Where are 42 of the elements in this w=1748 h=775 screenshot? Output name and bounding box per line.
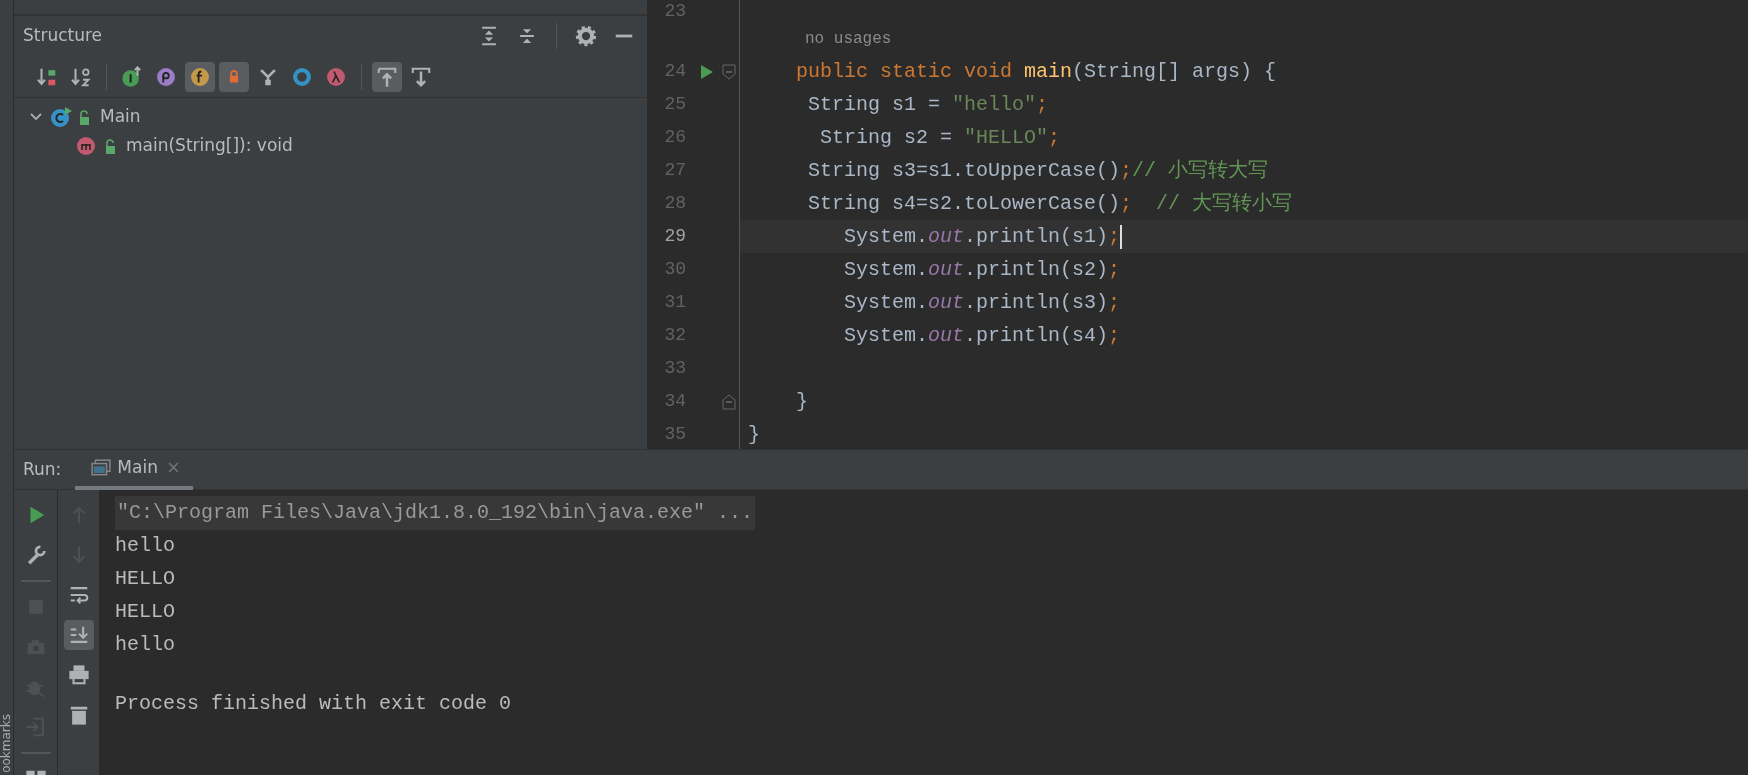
fold-start-icon[interactable] <box>722 63 736 80</box>
line-number: 23 <box>663 0 686 23</box>
line-number: 27 <box>663 159 686 182</box>
console-output: HELLO <box>115 565 175 592</box>
text-cursor <box>1120 224 1123 249</box>
code-line: String s3=s1.toUpperCase();// 小写转大写 <box>807 157 1269 184</box>
line-number: 25 <box>663 93 686 116</box>
code-line: String s4=s2.toLowerCase(); // 大写转小写 <box>807 190 1293 217</box>
code-line: } <box>795 388 808 415</box>
line-number: 35 <box>663 423 686 446</box>
lock-icon[interactable] <box>219 61 249 92</box>
scroll-to-source-icon[interactable] <box>372 61 402 92</box>
code-line: String s1 = "hello"; <box>807 91 1049 118</box>
line-number: 29 <box>663 225 686 248</box>
close-icon[interactable] <box>167 462 179 473</box>
code-line: public static void main(String[] args) { <box>795 58 1277 85</box>
usage-hint[interactable]: no usages <box>748 26 892 51</box>
run-icon[interactable] <box>698 63 714 80</box>
tree-item[interactable]: Main <box>100 103 141 130</box>
code-line: } <box>748 421 760 448</box>
console-output: hello <box>115 631 175 658</box>
window-icon <box>91 458 112 477</box>
exit-status: Process finished with exit code 0 <box>115 690 512 717</box>
line-number: 24 <box>663 60 686 83</box>
line-number: 31 <box>663 291 686 314</box>
code-line: System.out.println(s3); <box>843 289 1121 316</box>
panel-title: Structure <box>23 24 103 48</box>
line-number: 33 <box>663 357 686 380</box>
code-line: System.out.println(s1); <box>843 223 1121 250</box>
code-line: System.out.println(s2); <box>843 256 1121 283</box>
tree-item[interactable]: main(String[]): void <box>126 132 293 159</box>
console-output: HELLO <box>115 598 175 625</box>
line-number: 26 <box>663 126 686 149</box>
line-number: 28 <box>663 192 686 215</box>
scroll-to-end-icon[interactable] <box>63 620 94 650</box>
line-number: 34 <box>663 390 686 413</box>
code-line: String s2 = "HELLO"; <box>819 124 1061 151</box>
code-line: System.out.println(s4); <box>843 322 1121 349</box>
console-output: hello <box>115 532 175 559</box>
line-number: 30 <box>663 258 686 281</box>
line-number: 32 <box>663 324 686 347</box>
panel-title: Run: <box>23 457 62 481</box>
